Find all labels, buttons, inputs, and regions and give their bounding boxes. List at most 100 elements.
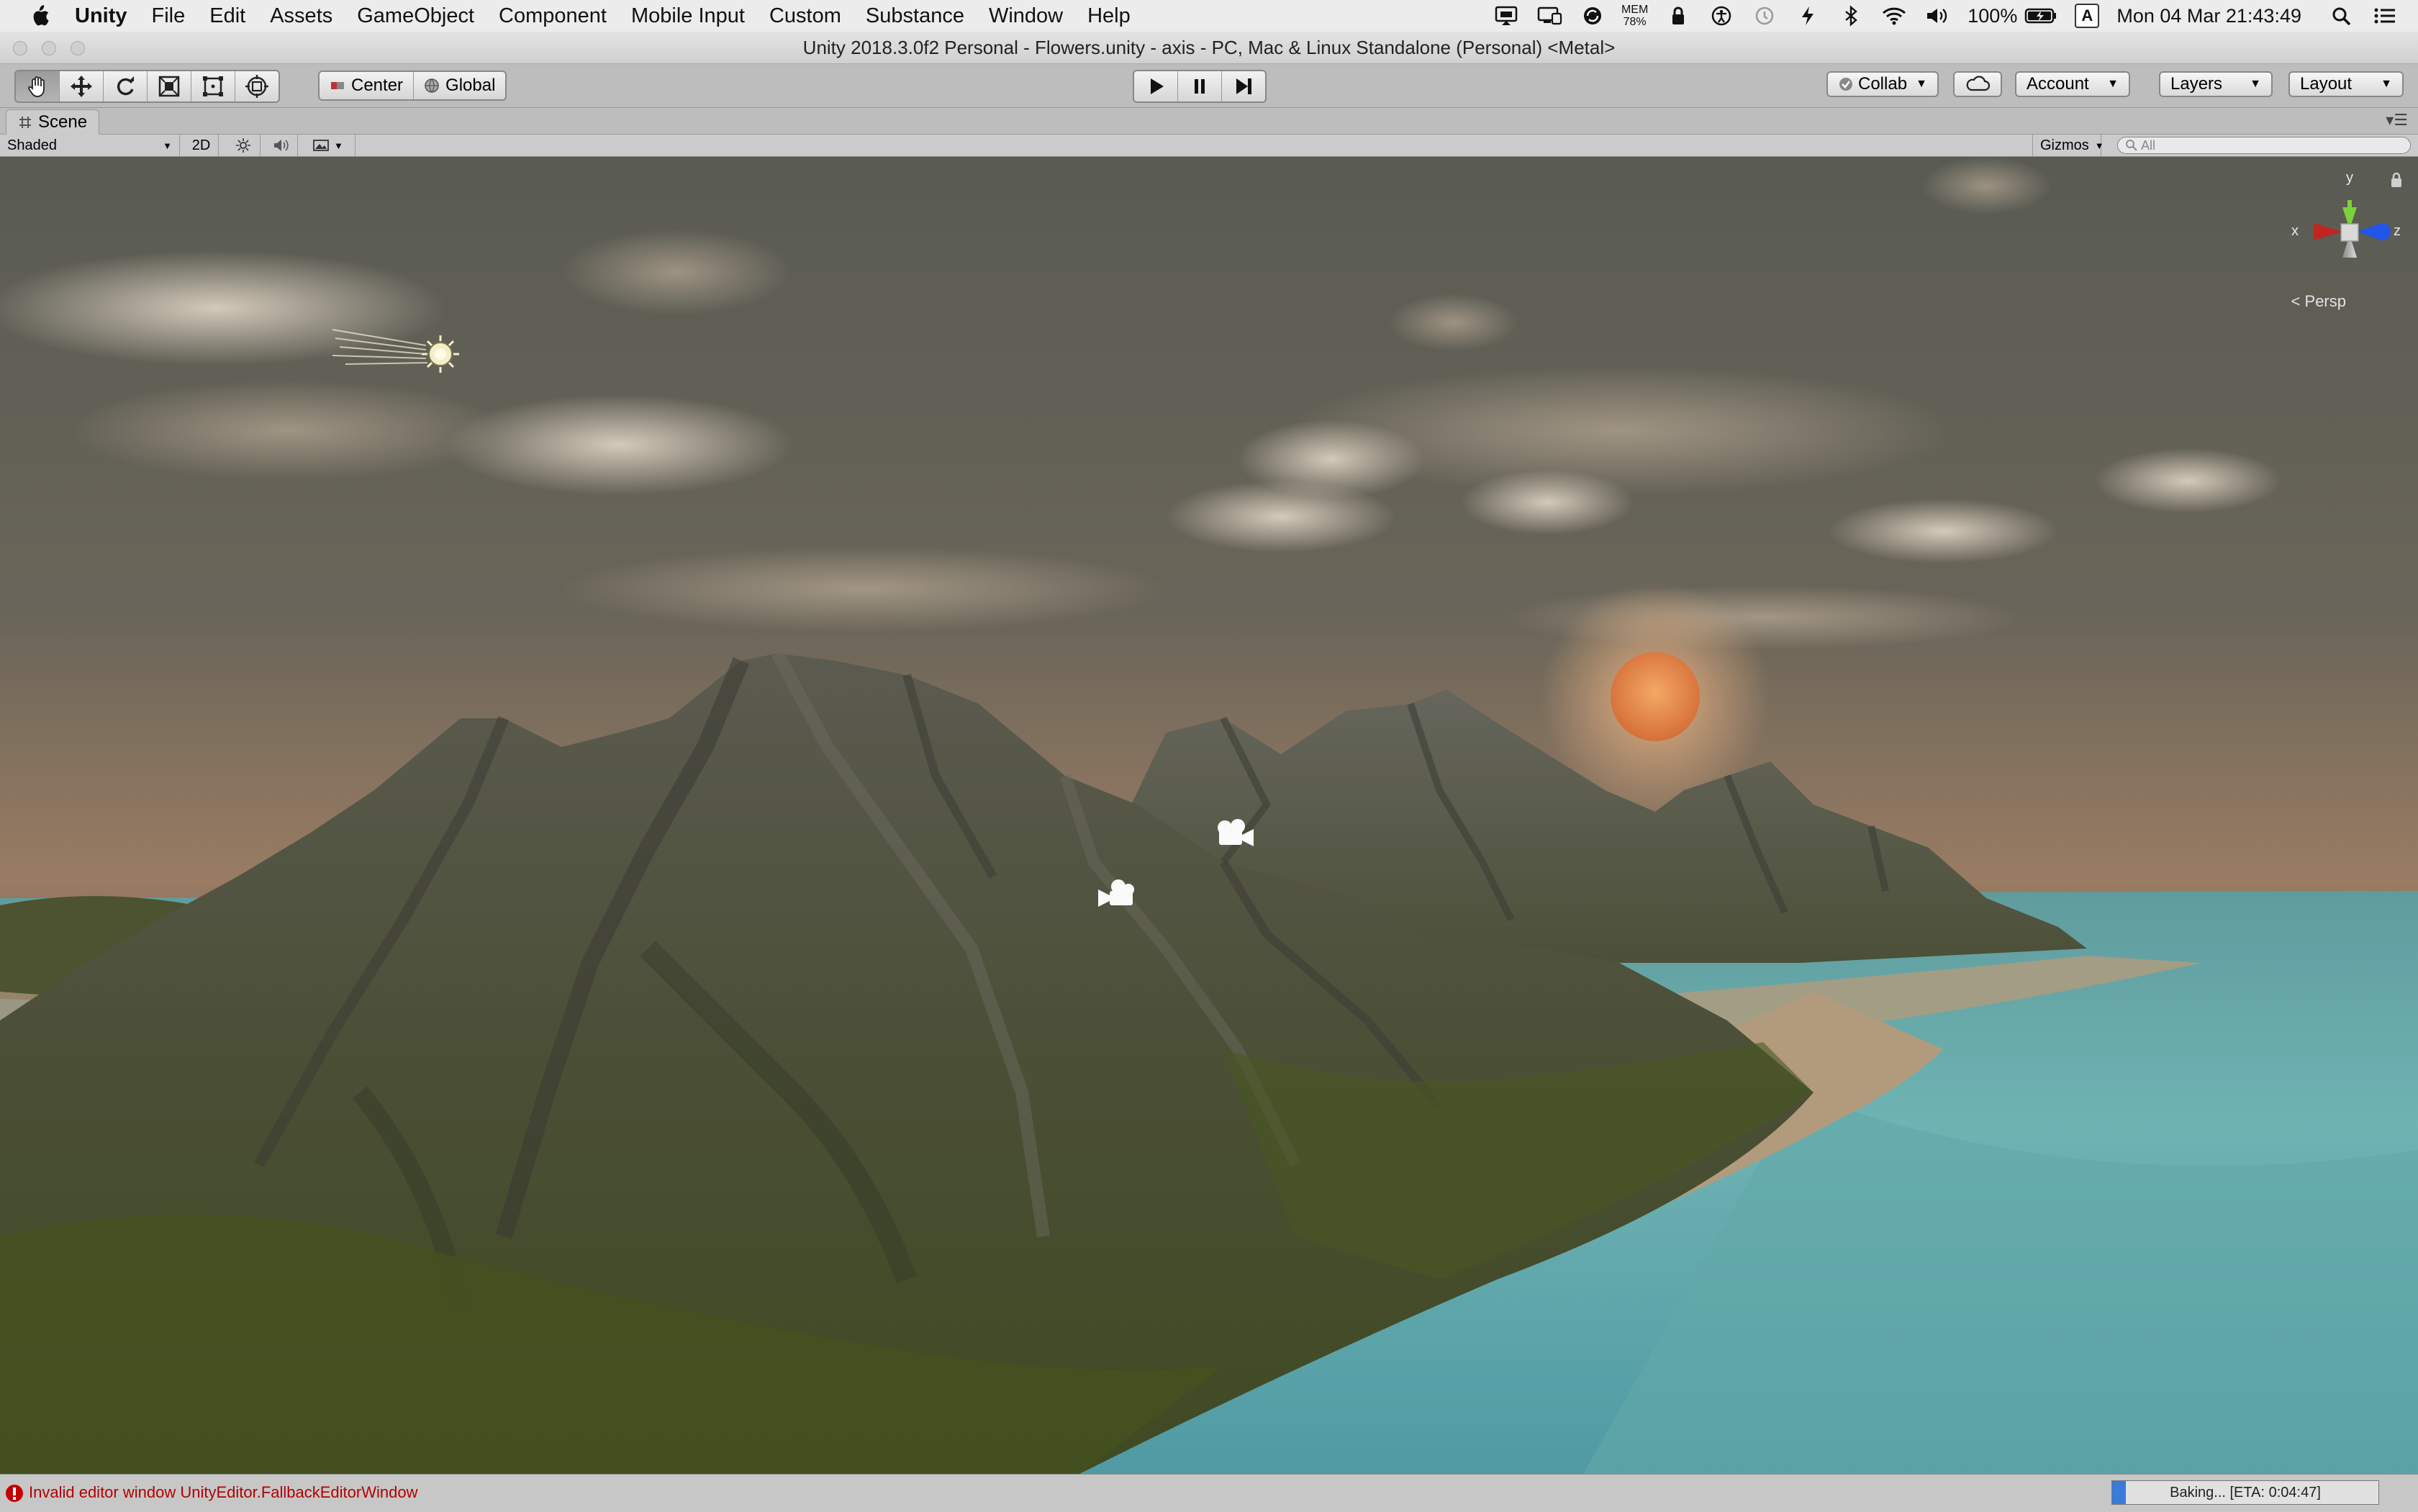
- sun-lighting-icon: [235, 138, 250, 153]
- camera-gizmo-icon[interactable]: [1215, 818, 1255, 849]
- layers-dropdown[interactable]: Layers ▼: [2159, 71, 2273, 97]
- rect-transform-icon: [203, 76, 223, 96]
- scene-view-toolbar: Shaded ▼ 2D ▼ Gizmos ▼ All: [0, 135, 2418, 157]
- gizmo-x-label: x: [2291, 223, 2299, 239]
- account-dropdown[interactable]: Account ▼: [2015, 71, 2130, 97]
- scale-icon: [158, 76, 180, 97]
- memory-usage-indicator[interactable]: MEM 78%: [1621, 4, 1648, 28]
- scene-viewport[interactable]: y x z < Persp: [0, 157, 2418, 1474]
- layout-label: Layout: [2300, 74, 2353, 94]
- menu-substance[interactable]: Substance: [866, 4, 964, 28]
- cloud-icon: [1966, 76, 1991, 91]
- search-icon: [2126, 140, 2137, 151]
- draw-mode-label: Shaded: [7, 137, 57, 153]
- scene-audio-toggle[interactable]: [263, 135, 298, 156]
- error-icon: [6, 1485, 23, 1502]
- spotlight-search-icon[interactable]: [2329, 5, 2355, 27]
- battery-percentage: 100%: [1968, 4, 2018, 27]
- memory-value: 78%: [1623, 16, 1647, 28]
- rect-tool-button[interactable]: [191, 71, 235, 101]
- transform-tool-button[interactable]: [235, 71, 279, 101]
- collab-dropdown[interactable]: Collab ▼: [1826, 71, 1939, 97]
- menu-assets[interactable]: Assets: [270, 4, 332, 28]
- pivot-toggle-group: Center Global: [318, 71, 507, 101]
- collab-check-icon: [1839, 78, 1852, 91]
- play-icon: [1151, 78, 1164, 94]
- main-toolbar: Center Global Collab ▼ Account ▼ Layers …: [0, 64, 2418, 108]
- draw-mode-dropdown[interactable]: Shaded ▼: [0, 135, 180, 156]
- rotate-tool-button[interactable]: [104, 71, 148, 101]
- display-menu-icon[interactable]: [1536, 5, 1562, 27]
- window-close-button[interactable]: [13, 41, 27, 55]
- move-tool-button[interactable]: [60, 71, 104, 101]
- memory-label: MEM: [1621, 4, 1649, 16]
- wifi-icon[interactable]: [1881, 5, 1907, 27]
- hand-tool-button[interactable]: [16, 71, 60, 101]
- window-title-bar: Unity 2018.3.0f2 Personal - Flowers.unit…: [0, 32, 2418, 64]
- toggle-2d-button[interactable]: 2D: [184, 135, 219, 156]
- sync-status-icon[interactable]: [1580, 5, 1606, 27]
- menu-window[interactable]: Window: [989, 4, 1063, 28]
- chevron-left-icon: <: [2291, 292, 2305, 310]
- pause-button[interactable]: [1178, 71, 1222, 101]
- scene-effects-dropdown[interactable]: ▼: [305, 135, 356, 156]
- step-button[interactable]: [1222, 71, 1265, 101]
- collab-label: Collab: [1858, 74, 1908, 94]
- menu-help[interactable]: Help: [1087, 4, 1131, 28]
- pivot-center-label: Center: [351, 76, 404, 95]
- toggle-2d-label: 2D: [191, 137, 211, 153]
- menu-bar-status-area: MEM 78% 100% A Mon 04 Mar 21:43:49: [1476, 0, 2398, 32]
- macos-menu-bar: Unity File Edit Assets GameObject Compon…: [0, 0, 2418, 32]
- editor-status-bar: Invalid editor window UnityEditor.Fallba…: [0, 1474, 2418, 1512]
- view-lock-icon[interactable]: [2389, 171, 2404, 189]
- image-effects-icon: [313, 140, 329, 151]
- layers-label: Layers: [2170, 74, 2223, 94]
- camera-gizmo-icon[interactable]: [1097, 878, 1137, 910]
- menu-bar-clock[interactable]: Mon 04 Mar 21:43:49: [2116, 5, 2301, 27]
- volume-icon[interactable]: [1924, 5, 1950, 27]
- transform-tools-group: [14, 70, 280, 103]
- apple-logo-icon[interactable]: [29, 4, 50, 28]
- combined-transform-icon: [245, 75, 268, 98]
- pivot-global-toggle[interactable]: Global: [414, 72, 506, 99]
- battery-charging-icon[interactable]: [2024, 5, 2057, 27]
- projection-toggle[interactable]: < Persp: [2291, 292, 2346, 311]
- flux-icon[interactable]: [1795, 5, 1821, 27]
- gizmos-dropdown[interactable]: Gizmos ▼: [2032, 135, 2104, 156]
- scene-tab-label: Scene: [38, 112, 88, 132]
- menu-app-unity[interactable]: Unity: [75, 4, 127, 28]
- notification-center-icon[interactable]: [2372, 5, 2398, 27]
- tab-scene[interactable]: Scene: [6, 109, 100, 135]
- lock-icon[interactable]: [1665, 5, 1691, 27]
- bluetooth-icon[interactable]: [1838, 5, 1864, 27]
- caret-down-icon: ▼: [2107, 78, 2119, 90]
- input-source-badge[interactable]: A: [2075, 4, 2100, 28]
- menu-component[interactable]: Component: [499, 4, 607, 28]
- tab-context-menu-icon[interactable]: ▾☰: [2386, 111, 2408, 130]
- lighting-bake-progress[interactable]: Baking... [ETA: 0:04:47]: [2111, 1480, 2379, 1505]
- directional-light-icon[interactable]: [332, 322, 466, 374]
- caret-down-icon: ▼: [1916, 78, 1927, 90]
- accessibility-icon[interactable]: [1708, 5, 1734, 27]
- layout-dropdown[interactable]: Layout ▼: [2288, 71, 2404, 97]
- window-minimize-button[interactable]: [42, 41, 56, 55]
- scene-lighting-toggle[interactable]: [226, 135, 261, 156]
- pause-icon: [1195, 79, 1205, 94]
- rotate-icon: [117, 76, 134, 96]
- play-button[interactable]: [1134, 71, 1178, 101]
- menu-edit[interactable]: Edit: [209, 4, 245, 28]
- scale-tool-button[interactable]: [148, 71, 191, 101]
- menu-file[interactable]: File: [152, 4, 186, 28]
- window-zoom-button[interactable]: [71, 41, 85, 55]
- time-machine-icon[interactable]: [1752, 5, 1778, 27]
- speaker-audio-icon: [273, 140, 289, 151]
- menu-mobile-input[interactable]: Mobile Input: [631, 4, 745, 28]
- menu-gameobject[interactable]: GameObject: [357, 4, 474, 28]
- step-forward-icon: [1236, 78, 1251, 94]
- cloud-services-button[interactable]: [1953, 71, 2002, 97]
- pivot-center-toggle[interactable]: Center: [320, 72, 415, 99]
- airplay-display-icon[interactable]: [1493, 5, 1519, 27]
- console-error-message[interactable]: Invalid editor window UnityEditor.Fallba…: [29, 1483, 417, 1502]
- menu-custom[interactable]: Custom: [769, 4, 841, 28]
- scene-search-field[interactable]: All: [2117, 137, 2411, 154]
